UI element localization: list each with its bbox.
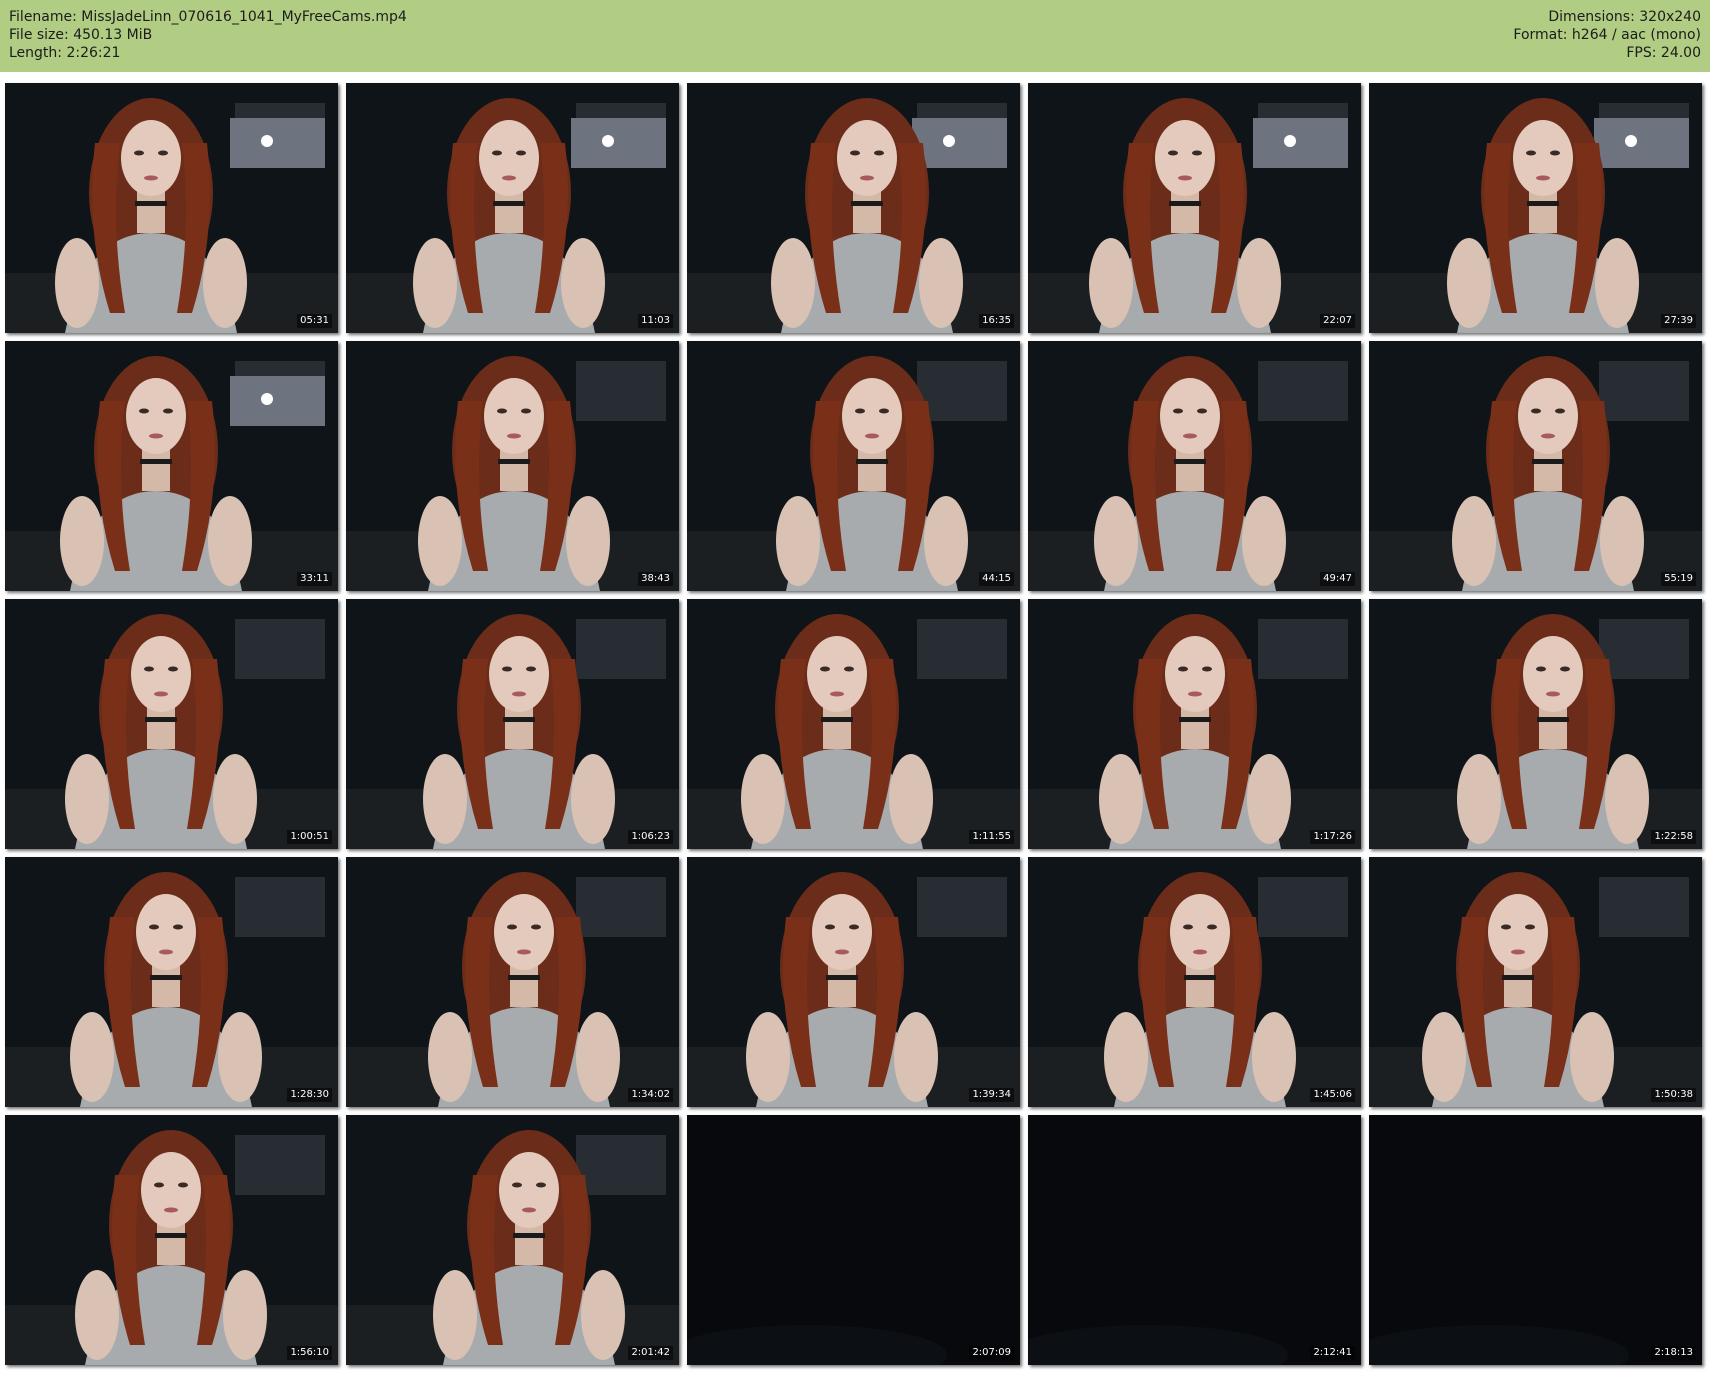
frame-image xyxy=(1369,341,1702,591)
video-thumbnail: 2:12:41 xyxy=(1028,1115,1361,1365)
timestamp-label: 44:15 xyxy=(979,572,1014,586)
frame-image xyxy=(5,83,338,333)
frame-image xyxy=(687,857,1020,1107)
video-thumbnail: 1:00:51 xyxy=(5,599,338,849)
video-thumbnail: 49:47 xyxy=(1028,341,1361,591)
timestamp-label: 1:11:55 xyxy=(969,830,1014,844)
timestamp-label: 1:06:23 xyxy=(628,830,673,844)
video-thumbnail: 1:50:38 xyxy=(1369,857,1702,1107)
frame-image xyxy=(1369,1115,1702,1365)
video-thumbnail: 33:11 xyxy=(5,341,338,591)
frame-image xyxy=(687,83,1020,333)
video-thumbnail: 2:07:09 xyxy=(687,1115,1020,1365)
frame-image xyxy=(346,1115,679,1365)
frame-image xyxy=(1028,857,1361,1107)
timestamp-label: 1:17:26 xyxy=(1310,830,1355,844)
video-thumbnail: 27:39 xyxy=(1369,83,1702,333)
frame-image xyxy=(1369,599,1702,849)
timestamp-label: 1:00:51 xyxy=(287,830,332,844)
dimensions-label: Dimensions: 320x240 xyxy=(1548,9,1701,25)
length-label: Length: 2:26:21 xyxy=(9,45,121,61)
frame-image xyxy=(1369,83,1702,333)
frame-image xyxy=(1369,857,1702,1107)
media-info: Dimensions: 320x240 Format: h264 / aac (… xyxy=(1513,8,1701,62)
timestamp-label: 55:19 xyxy=(1661,572,1696,586)
video-thumbnail: 11:03 xyxy=(346,83,679,333)
timestamp-label: 1:22:58 xyxy=(1651,830,1696,844)
frame-image xyxy=(1028,1115,1361,1365)
timestamp-label: 2:07:09 xyxy=(969,1346,1014,1360)
timestamp-label: 05:31 xyxy=(297,314,332,328)
video-thumbnail: 1:39:34 xyxy=(687,857,1020,1107)
video-thumbnail: 38:43 xyxy=(346,341,679,591)
timestamp-label: 1:56:10 xyxy=(287,1346,332,1360)
video-thumbnail: 1:28:30 xyxy=(5,857,338,1107)
file-info: Filename: MissJadeLinn_070616_1041_MyFre… xyxy=(9,8,407,62)
timestamp-label: 2:12:41 xyxy=(1310,1346,1355,1360)
frame-image xyxy=(687,1115,1020,1365)
timestamp-label: 27:39 xyxy=(1661,314,1696,328)
timestamp-label: 38:43 xyxy=(638,572,673,586)
frame-image xyxy=(346,857,679,1107)
video-thumbnail: 55:19 xyxy=(1369,341,1702,591)
timestamp-label: 11:03 xyxy=(638,314,673,328)
frame-image xyxy=(5,341,338,591)
video-thumbnail: 2:18:13 xyxy=(1369,1115,1702,1365)
timestamp-label: 2:01:42 xyxy=(628,1346,673,1360)
filename-label: Filename: MissJadeLinn_070616_1041_MyFre… xyxy=(9,9,407,25)
timestamp-label: 22:07 xyxy=(1320,314,1355,328)
frame-image xyxy=(687,341,1020,591)
thumbnail-grid: 05:31 11:03 16:35 22:07 27:39 33:11 38:43 44:15… xyxy=(5,83,1702,1365)
frame-image xyxy=(346,599,679,849)
video-thumbnail: 1:56:10 xyxy=(5,1115,338,1365)
frame-image xyxy=(346,341,679,591)
timestamp-label: 16:35 xyxy=(979,314,1014,328)
filesize-label: File size: 450.13 MiB xyxy=(9,27,153,43)
video-thumbnail: 1:17:26 xyxy=(1028,599,1361,849)
frame-image xyxy=(1028,341,1361,591)
frame-image xyxy=(5,1115,338,1365)
timestamp-label: 2:18:13 xyxy=(1651,1346,1696,1360)
info-header: Filename: MissJadeLinn_070616_1041_MyFre… xyxy=(0,0,1710,72)
video-thumbnail: 1:34:02 xyxy=(346,857,679,1107)
video-thumbnail: 2:01:42 xyxy=(346,1115,679,1365)
video-thumbnail: 05:31 xyxy=(5,83,338,333)
timestamp-label: 33:11 xyxy=(297,572,332,586)
video-thumbnail: 22:07 xyxy=(1028,83,1361,333)
video-thumbnail: 1:22:58 xyxy=(1369,599,1702,849)
frame-image xyxy=(346,83,679,333)
frame-image xyxy=(5,857,338,1107)
video-thumbnail: 44:15 xyxy=(687,341,1020,591)
video-thumbnail: 1:45:06 xyxy=(1028,857,1361,1107)
timestamp-label: 1:28:30 xyxy=(287,1088,332,1102)
timestamp-label: 49:47 xyxy=(1320,572,1355,586)
format-label: Format: h264 / aac (mono) xyxy=(1513,27,1701,43)
frame-image xyxy=(687,599,1020,849)
timestamp-label: 1:39:34 xyxy=(969,1088,1014,1102)
timestamp-label: 1:34:02 xyxy=(628,1088,673,1102)
fps-label: FPS: 24.00 xyxy=(1626,45,1701,61)
video-thumbnail: 1:06:23 xyxy=(346,599,679,849)
timestamp-label: 1:50:38 xyxy=(1651,1088,1696,1102)
frame-image xyxy=(5,599,338,849)
video-thumbnail: 1:11:55 xyxy=(687,599,1020,849)
frame-image xyxy=(1028,599,1361,849)
frame-image xyxy=(1028,83,1361,333)
video-thumbnail: 16:35 xyxy=(687,83,1020,333)
timestamp-label: 1:45:06 xyxy=(1310,1088,1355,1102)
